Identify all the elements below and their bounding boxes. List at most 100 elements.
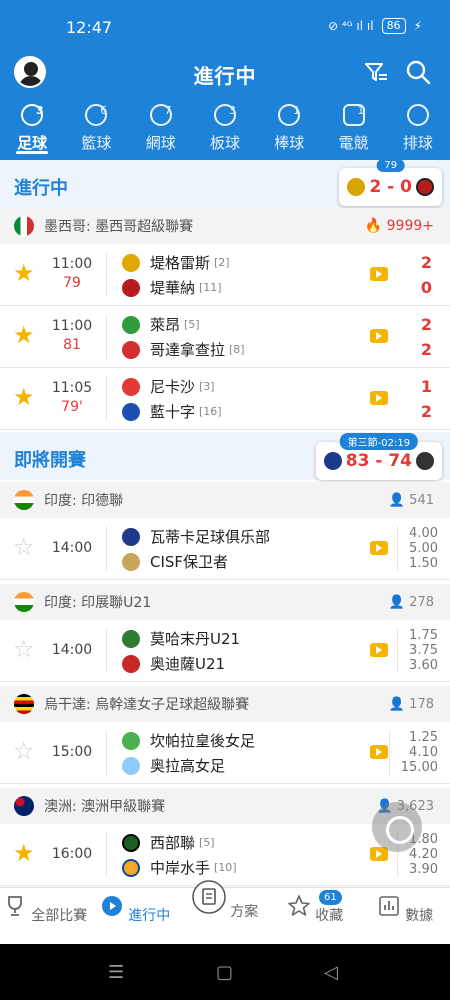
teams: 莫哈末丹U21 奥迪薩U21 (122, 626, 240, 676)
divider (106, 526, 107, 571)
away-score: 2 (420, 402, 432, 421)
league-header[interactable]: 墨西哥: 墨西哥超級聯賽 🔥 9999+ (0, 208, 450, 244)
teams: 瓦蒂卡足球俱乐部 CISF保卫者 (122, 524, 270, 574)
favorite-star-icon[interactable]: ★ (13, 261, 35, 285)
match-minute: 79 (63, 275, 81, 291)
tab-count: 7 (164, 104, 172, 117)
tab-tennis[interactable]: 7 網球 (129, 100, 193, 154)
match-time: 11:00 81 (44, 318, 100, 353)
favorite-star-icon[interactable]: ★ (13, 385, 35, 409)
uganda-flag-icon (14, 694, 34, 714)
home-team: 萊昂 [5] (122, 312, 245, 337)
match-list[interactable]: 進行中 79 2 - 0 墨西哥: 墨西哥超級聯賽 🔥 9999+ ★ 11:0… (0, 160, 450, 887)
battery-icon: 86 (381, 18, 406, 34)
period-badge: 第三節-02:19 (339, 433, 419, 450)
tab-count: 3 (228, 104, 236, 117)
tab-esports[interactable]: 1 電競 (321, 100, 385, 154)
team-name: 坎帕拉皇後女足 (150, 732, 256, 750)
home-score: 1 (420, 377, 432, 396)
team-logo (122, 552, 140, 571)
odds-away: 15.00 (400, 760, 438, 775)
match-row[interactable]: ☆ 14:00 瓦蒂卡足球俱乐部 CISF保卫者 4.00 5.00 1.50 (0, 518, 450, 580)
away-score: 2 (420, 340, 432, 359)
match-minute: 79' (61, 399, 83, 415)
back-icon[interactable]: ◁ (324, 962, 338, 983)
tab-volleyball[interactable]: 排球 (386, 100, 450, 154)
app-bar: 進行中 (0, 56, 450, 96)
nav-stats[interactable]: 數據 (360, 888, 450, 944)
team-logo (122, 377, 140, 396)
team-logo (323, 452, 342, 470)
section-title: 即將開賽 (14, 450, 86, 471)
team-logo (122, 527, 140, 546)
followers-value: 541 (409, 492, 434, 508)
match-row[interactable]: ★ 11:00 81 萊昂 [5] 哥達拿查拉 [8] 2 2 (0, 306, 450, 368)
live-stream-icon[interactable] (370, 329, 388, 343)
home-icon[interactable]: ▢ (216, 962, 233, 983)
hot-count: 🔥 9999+ (364, 218, 434, 234)
nav-label: 全部比賽 (31, 908, 88, 924)
tab-soccer[interactable]: 3 足球 (0, 100, 64, 154)
nav-favorites[interactable]: 61 收藏 (270, 888, 360, 944)
featured-score: 83 - 74 (345, 451, 412, 471)
league-header[interactable]: 印度: 印展聯U21 👤 278 (0, 584, 450, 620)
match-row[interactable]: ★ 11:05 79' 尼卡沙 [3] 藍十字 [16] 1 2 (0, 368, 450, 430)
nav-live[interactable]: 進行中 (90, 888, 180, 944)
favorite-star-icon[interactable]: ☆ (13, 637, 35, 661)
favorite-star-icon[interactable]: ★ (13, 323, 35, 347)
live-stream-icon[interactable] (370, 643, 388, 657)
tab-label: 板球 (209, 134, 240, 152)
floating-action-button[interactable] (372, 802, 422, 852)
tab-basketball[interactable]: 6 籃球 (64, 100, 128, 154)
home-team: 莫哈末丹U21 (122, 626, 240, 651)
live-stream-icon[interactable] (370, 391, 388, 405)
tab-baseball[interactable]: 1 棒球 (257, 100, 321, 154)
match-time: 14:00 (51, 642, 93, 658)
odds: 4.00 5.00 1.50 (397, 526, 438, 571)
team-logo (122, 731, 140, 750)
recents-icon[interactable]: ☰ (108, 962, 124, 983)
team-logo (122, 833, 140, 852)
team-name: CISF保卫者 (150, 553, 229, 571)
system-nav-bar: ☰ ▢ ◁ (0, 944, 450, 1000)
tab-cricket[interactable]: 3 板球 (193, 100, 257, 154)
team-name: 莫哈末丹U21 (150, 630, 241, 648)
sport-tabs: 3 足球 6 籃球 7 網球 3 板球 1 棒球 1 電競 排球 (0, 100, 450, 154)
live-section-header: 進行中 79 2 - 0 (0, 160, 450, 208)
divider (106, 628, 107, 673)
team-rank: [5] (184, 318, 200, 331)
nav-plans[interactable]: 方案 (180, 880, 270, 944)
match-row[interactable]: ☆ 15:00 坎帕拉皇後女足 奥拉高女足 1.25 4.10 15.00 (0, 722, 450, 784)
odds-away: 1.50 (409, 556, 438, 571)
tab-label: 排球 (402, 134, 433, 152)
favorite-star-icon[interactable]: ☆ (13, 739, 35, 763)
favorite-star-icon[interactable]: ☆ (13, 535, 35, 559)
live-stream-icon[interactable] (370, 267, 388, 281)
nav-label: 進行中 (128, 908, 171, 924)
league-header[interactable]: 印度: 印德聯 👤 541 (0, 482, 450, 518)
hot-value: 9999+ (386, 218, 434, 234)
match-time: 14:00 (51, 540, 93, 556)
odds-draw: 5.00 (409, 541, 438, 556)
app-root: 12:47 ⊘ ⁴ᴳ ıl ıl 86 ⚡ 進行中 3 足球 6 籃球 7 網球… (0, 0, 450, 1000)
status-icons: ⊘ ⁴ᴳ ıl ıl 86 ⚡ (328, 18, 422, 34)
live-stream-icon[interactable] (370, 745, 388, 759)
filter-icon[interactable] (362, 58, 390, 86)
league-header[interactable]: 烏干達: 烏幹達女子足球超級聯賽 👤 178 (0, 686, 450, 722)
match-row[interactable]: ★ 11:00 79 堤格雷斯 [2] 堤華納 [11] 2 0 (0, 244, 450, 306)
mexico-flag-icon (14, 216, 34, 236)
featured-upcoming-match[interactable]: 第三節-02:19 83 - 74 (315, 433, 442, 480)
search-icon[interactable] (404, 58, 432, 86)
tab-count: 6 (100, 104, 108, 117)
nav-all-matches[interactable]: 全部比賽 (0, 888, 90, 944)
away-team: 奥迪薩U21 (122, 651, 240, 676)
tab-label: 網球 (145, 134, 176, 152)
team-name: 奥迪薩U21 (150, 655, 226, 673)
match-row[interactable]: ☆ 14:00 莫哈末丹U21 奥迪薩U21 1.75 3.75 3.60 (0, 620, 450, 682)
favorite-star-icon[interactable]: ★ (13, 841, 35, 865)
tab-label: 棒球 (274, 134, 305, 152)
status-time: 12:47 (66, 18, 113, 37)
away-team: 奥拉高女足 (122, 753, 255, 778)
live-stream-icon[interactable] (370, 541, 388, 555)
featured-live-match[interactable]: 79 2 - 0 (339, 160, 442, 206)
